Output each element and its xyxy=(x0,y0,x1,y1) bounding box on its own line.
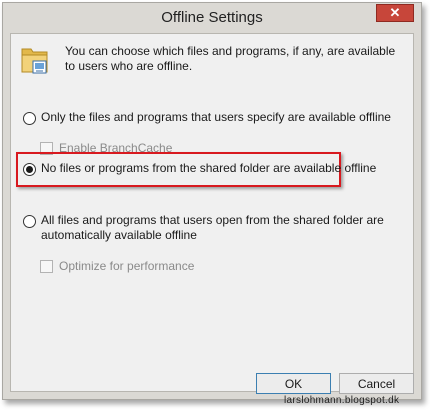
cancel-button[interactable]: Cancel xyxy=(339,373,414,394)
radio-none-available[interactable]: No files or programs from the shared fol… xyxy=(23,161,376,176)
checkbox-optimize-performance: Optimize for performance xyxy=(40,259,194,273)
checkbox xyxy=(40,259,53,273)
dialog-title: Offline Settings xyxy=(161,9,263,26)
title-bar[interactable]: Offline Settings ✕ xyxy=(3,3,421,33)
radio-button-selected[interactable] xyxy=(23,163,36,176)
close-button[interactable]: ✕ xyxy=(376,4,414,22)
radio-only-specified[interactable]: Only the files and programs that users s… xyxy=(23,110,391,125)
folder-icon xyxy=(21,48,48,74)
checkbox-label: Optimize for performance xyxy=(59,259,195,273)
close-icon: ✕ xyxy=(389,5,401,20)
radio-button[interactable] xyxy=(23,215,36,228)
intro-text: You can choose which files and programs,… xyxy=(65,44,396,73)
radio-label: No files or programs from the shared fol… xyxy=(41,161,377,175)
radio-button[interactable] xyxy=(23,112,36,125)
watermark: larslohmann.blogspot.dk xyxy=(284,395,400,406)
radio-label: All files and programs that users open f… xyxy=(41,213,384,242)
radio-label: Only the files and programs that users s… xyxy=(41,110,391,124)
offline-settings-dialog: Offline Settings ✕ You can choose which … xyxy=(2,2,422,400)
ok-button[interactable]: OK xyxy=(256,373,331,394)
dialog-client-area: You can choose which files and programs,… xyxy=(10,33,414,394)
radio-all-automatic[interactable]: All files and programs that users open f… xyxy=(23,213,403,243)
